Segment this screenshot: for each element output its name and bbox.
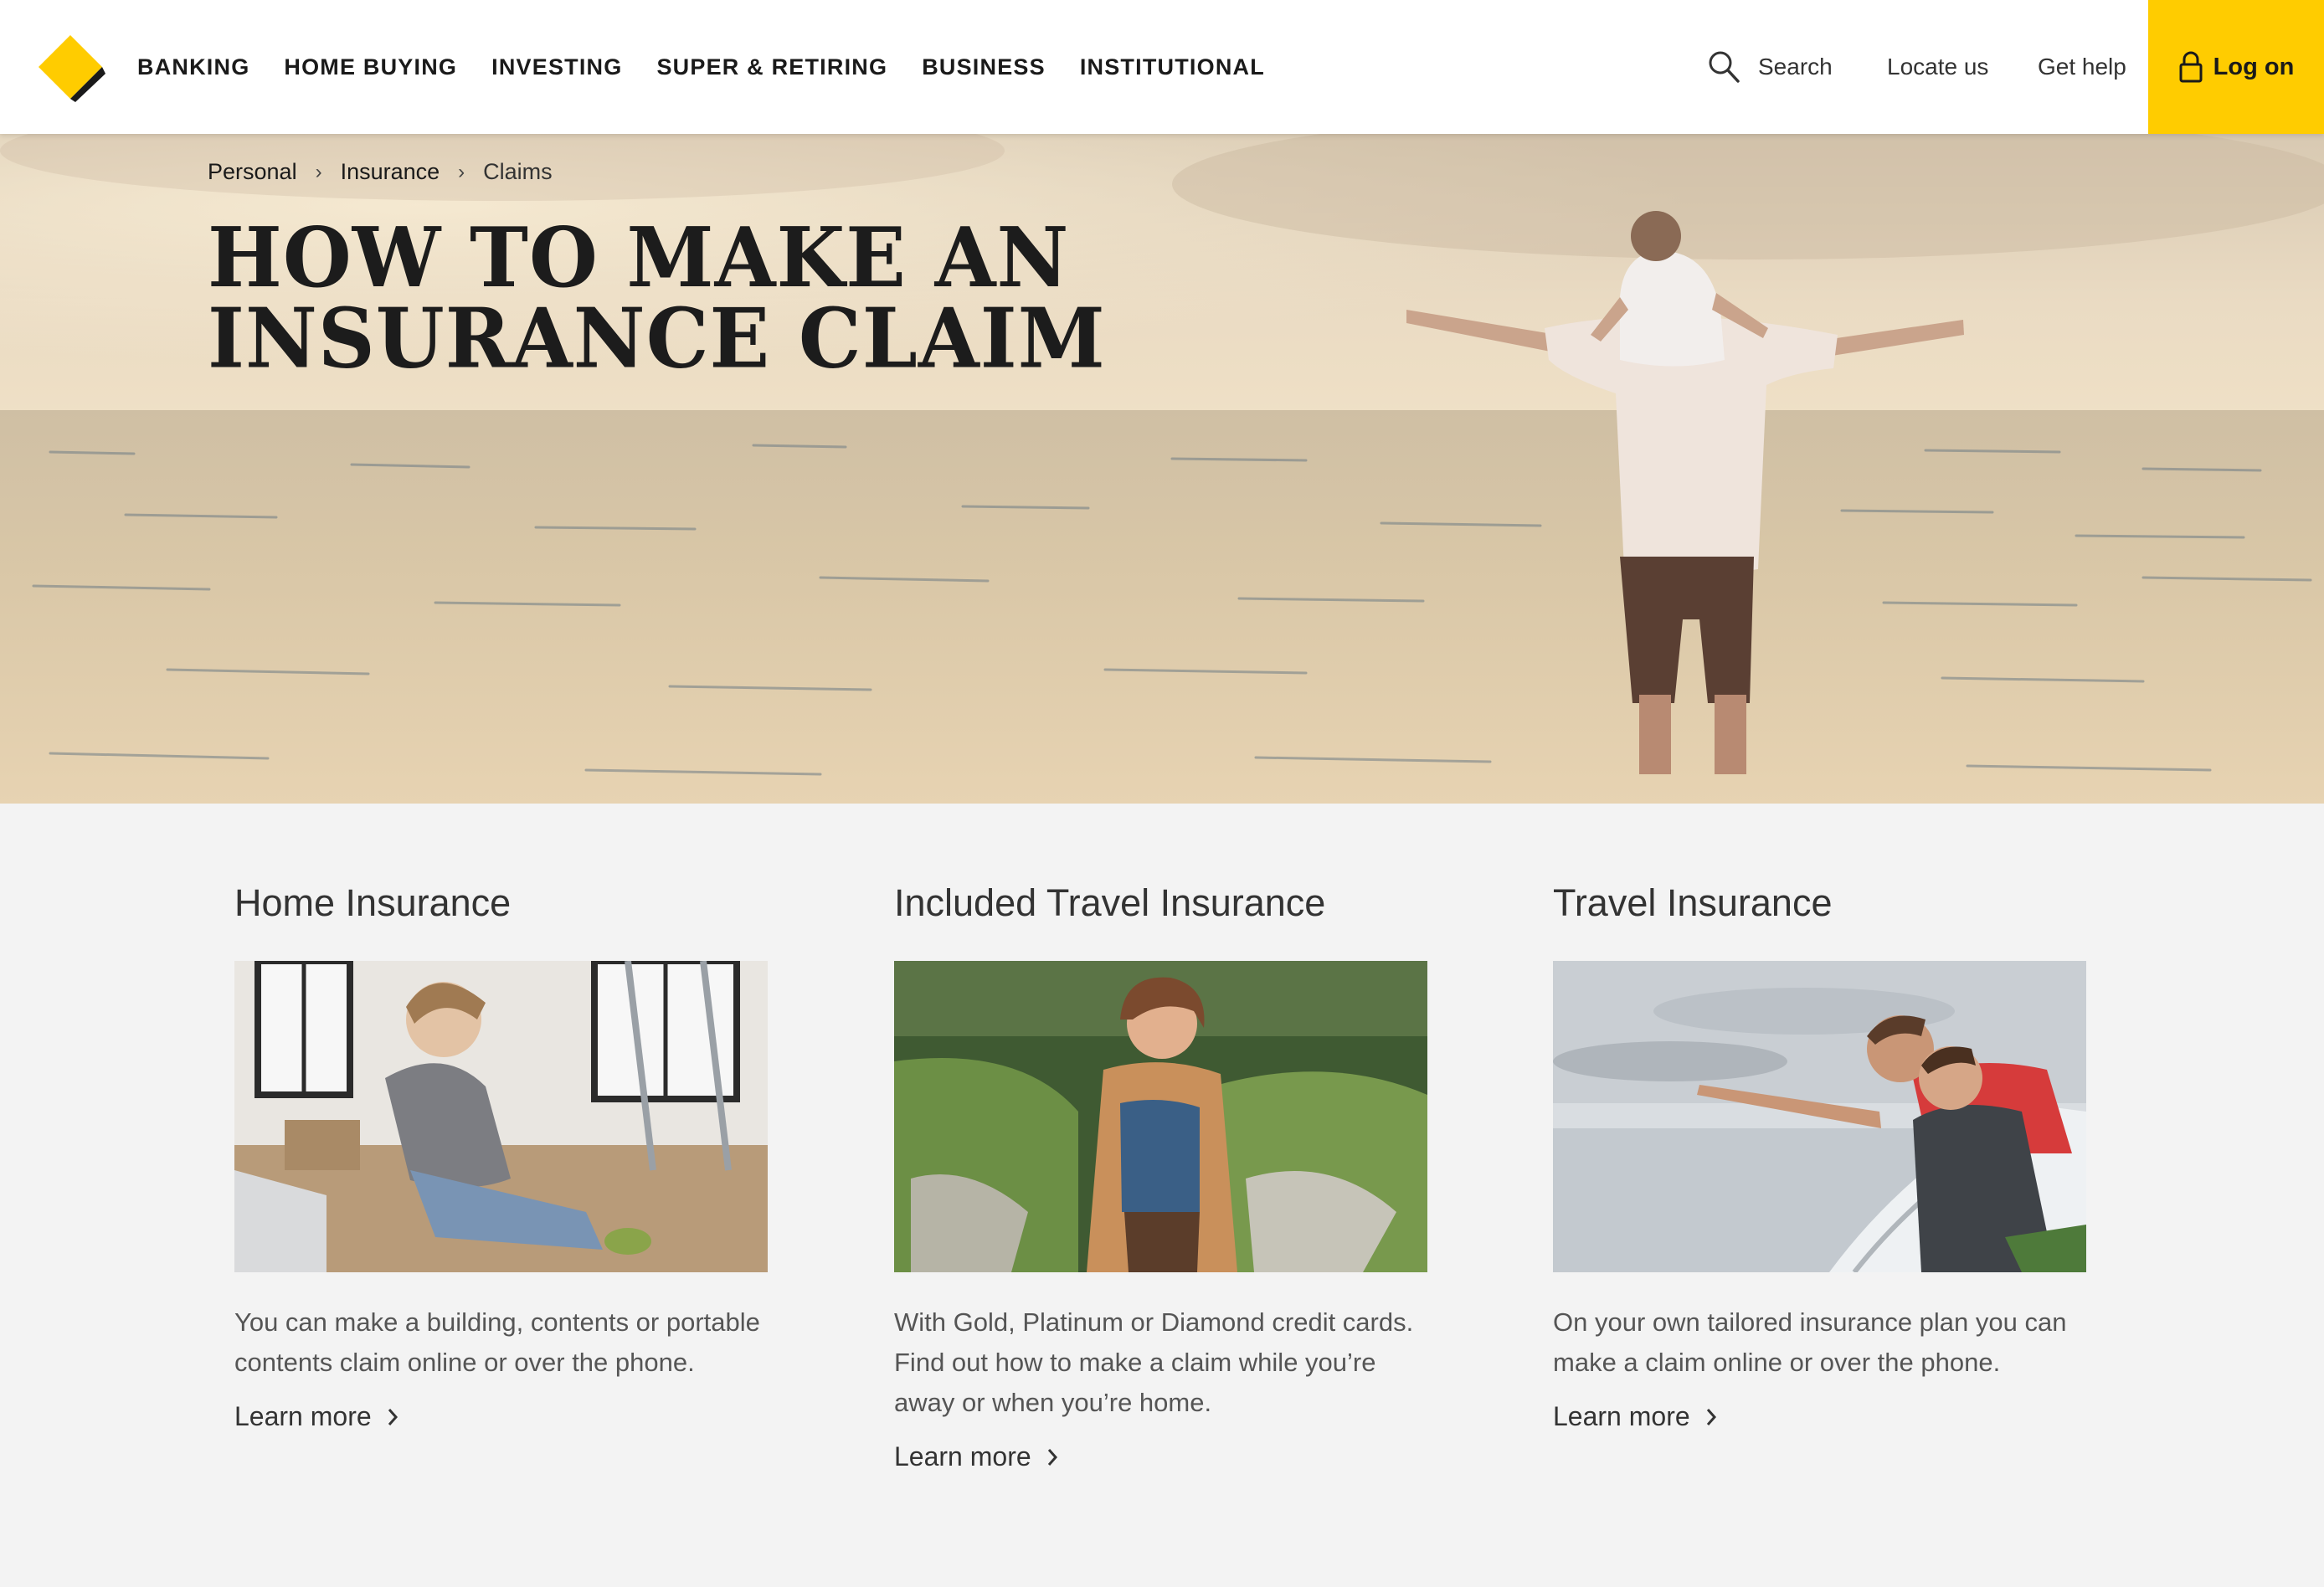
locate-us-link[interactable]: Locate us — [1887, 0, 1988, 134]
nav-banking[interactable]: BANKING — [137, 54, 249, 80]
hero-banner: Personal › Insurance › Claims HOW TO MAK… — [0, 134, 2324, 804]
card-title[interactable]: Home Insurance — [234, 881, 770, 926]
breadcrumb-claims: Claims — [483, 159, 553, 184]
nav-home-buying[interactable]: HOME BUYING — [284, 54, 457, 80]
learn-more-label: Learn more — [1553, 1401, 1690, 1431]
page-title: HOW TO MAKE AN INSURANCE CLAIM — [208, 217, 1106, 380]
card-title[interactable]: Travel Insurance — [1553, 881, 2089, 926]
home-insurance-image[interactable] — [234, 961, 768, 1272]
card-travel-insurance: Travel Insurance On your own tailored in… — [1553, 881, 2089, 1432]
brand-logo[interactable] — [35, 32, 105, 102]
primary-nav: BANKING HOME BUYING INVESTING SUPER & RE… — [137, 0, 1299, 134]
learn-more-link[interactable]: Learn more — [1553, 1401, 1717, 1432]
card-description: You can make a building, contents or por… — [234, 1307, 760, 1377]
breadcrumb-insurance[interactable]: Insurance — [341, 159, 440, 185]
search-label: Search — [1758, 54, 1833, 80]
get-help-link[interactable]: Get help — [2038, 0, 2126, 134]
nav-super-retiring[interactable]: SUPER & RETIRING — [656, 54, 887, 80]
get-help-label: Get help — [2038, 54, 2126, 80]
insurance-cards: Home Insurance You can make a building, … — [0, 804, 2324, 1587]
locate-us-label: Locate us — [1887, 54, 1989, 80]
lock-icon — [2179, 51, 2203, 83]
site-header: BANKING HOME BUYING INVESTING SUPER & RE… — [0, 0, 2324, 134]
card-included-travel-insurance: Included Travel Insurance With Gold, Pla… — [894, 881, 1430, 1472]
chevron-right-icon — [1706, 1408, 1716, 1425]
nav-business[interactable]: BUSINESS — [922, 54, 1046, 80]
learn-more-label: Learn more — [894, 1441, 1031, 1471]
page-title-line2: INSURANCE CLAIM — [208, 290, 1106, 388]
breadcrumb-personal[interactable]: Personal — [208, 159, 297, 185]
breadcrumb: Personal › Insurance › Claims — [208, 159, 553, 185]
learn-more-label: Learn more — [234, 1401, 372, 1431]
log-on-button[interactable]: Log on — [2148, 0, 2324, 134]
learn-more-link[interactable]: Learn more — [894, 1441, 1058, 1472]
search-link[interactable]: Search — [1708, 0, 1833, 134]
travel-insurance-image[interactable] — [1553, 961, 2086, 1272]
chevron-right-icon — [388, 1408, 398, 1425]
log-on-label: Log on — [2213, 53, 2295, 80]
nav-investing[interactable]: INVESTING — [491, 54, 622, 80]
chevron-right-icon — [1047, 1448, 1057, 1466]
included-travel-insurance-image[interactable] — [894, 961, 1427, 1272]
card-home-insurance: Home Insurance You can make a building, … — [234, 881, 770, 1432]
learn-more-link[interactable]: Learn more — [234, 1401, 398, 1432]
nav-institutional[interactable]: INSTITUTIONAL — [1080, 54, 1265, 80]
card-description: On your own tailored insurance plan you … — [1553, 1307, 2067, 1377]
chevron-right-icon: › — [458, 160, 465, 183]
card-title[interactable]: Included Travel Insurance — [894, 881, 1430, 926]
card-description: With Gold, Platinum or Diamond credit ca… — [894, 1307, 1414, 1417]
search-icon — [1709, 51, 1740, 83]
chevron-right-icon: › — [315, 160, 322, 183]
